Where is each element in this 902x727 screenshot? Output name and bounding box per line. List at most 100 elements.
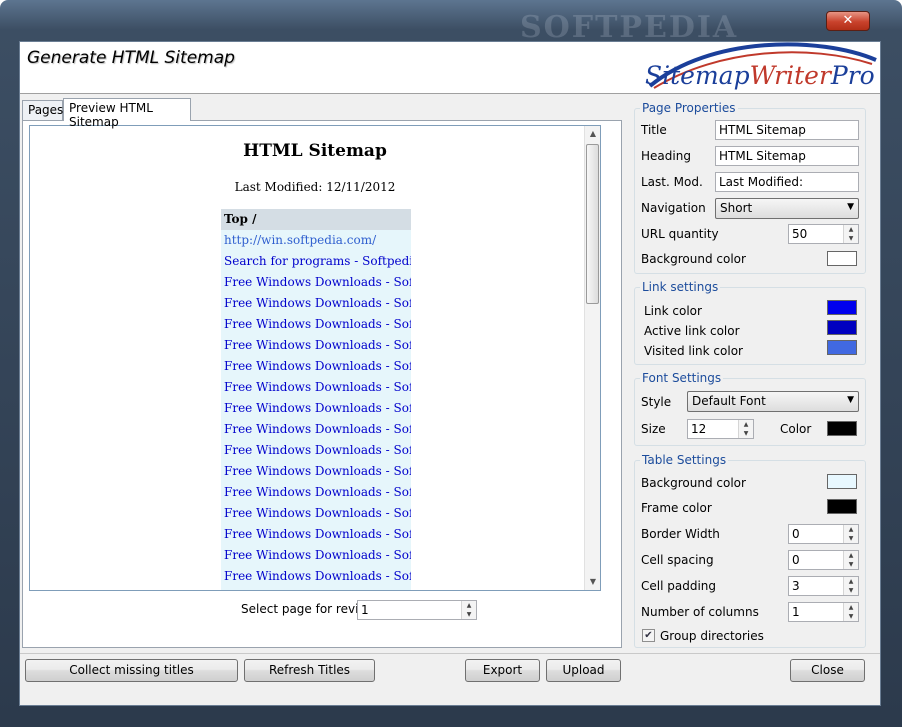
sitemap-link[interactable]: Free Windows Downloads - Softpedia — [221, 503, 411, 524]
sitemap-link[interactable]: Free Windows Downloads - Softpedia — [221, 293, 411, 314]
client-area: Generate HTML Sitemap SitemapWriterPro P… — [19, 41, 881, 706]
close-button[interactable]: Close — [790, 659, 865, 682]
window-close-button[interactable]: ✕ — [826, 11, 870, 31]
table-settings-title: Table Settings — [640, 453, 729, 467]
footer-divider — [20, 653, 880, 654]
watermark: SOFTPEDIA — [520, 10, 739, 45]
chevron-down-icon: ▼ — [847, 395, 854, 405]
table-settings-group: Table Settings Background color Frame co… — [634, 453, 866, 648]
navigation-select[interactable]: Short ▼ — [715, 198, 859, 219]
checkmark-icon: ✔ — [644, 630, 653, 641]
sitemap-link[interactable]: http://win.softpedia.com/ — [221, 230, 411, 251]
sitemap-preview[interactable]: HTML Sitemap Last Modified: 12/11/2012 T… — [29, 125, 601, 591]
tab-pages[interactable]: Pages — [22, 100, 63, 120]
title-field[interactable]: HTML Sitemap — [715, 120, 859, 140]
active-link-swatch[interactable] — [827, 320, 857, 335]
url-quantity-spinner[interactable]: 50 ▲ ▼ — [788, 224, 859, 244]
cell-spacing-label: Cell spacing — [641, 553, 714, 567]
sitemap-link[interactable]: Free Windows Downloads - Softpedia — [221, 587, 411, 590]
sitemap-link[interactable]: Free Windows Downloads - Softpedia — [221, 566, 411, 587]
sitemap-link[interactable]: Free Windows Downloads - Softpedia — [221, 419, 411, 440]
lastmod-field[interactable]: Last Modified: — [715, 172, 859, 192]
link-settings-title: Link settings — [640, 280, 721, 294]
cell-spacing-spinner[interactable]: 0 ▲ ▼ — [788, 550, 859, 570]
border-width-spinner[interactable]: 0 ▲ ▼ — [788, 524, 859, 544]
refresh-titles-button[interactable]: Refresh Titles — [244, 659, 375, 682]
font-color-label: Color — [780, 422, 812, 436]
title-bar[interactable]: SOFTPEDIA ✕ — [0, 0, 902, 45]
collect-missing-titles-button[interactable]: Collect missing titles — [25, 659, 238, 682]
style-label: Style — [641, 395, 672, 409]
page-bg-label: Background color — [641, 252, 746, 266]
sitemap-link[interactable]: Free Windows Downloads - Softpedia — [221, 377, 411, 398]
link-settings-group: Link settings Link color Active link col… — [634, 280, 866, 365]
spinner-arrows-icon[interactable]: ▲ ▼ — [843, 225, 858, 243]
font-style-select[interactable]: Default Font ▼ — [687, 391, 859, 412]
chevron-down-icon: ▼ — [847, 202, 854, 212]
sitemap-link[interactable]: Free Windows Downloads - Softpedia — [221, 524, 411, 545]
visited-link-label: Visited link color — [644, 344, 743, 358]
table-bg-label: Background color — [641, 476, 746, 490]
link-color-label: Link color — [644, 304, 702, 318]
export-button[interactable]: Export — [465, 659, 540, 682]
page-bg-swatch[interactable] — [827, 251, 857, 266]
tab-preview[interactable]: Preview HTML Sitemap — [63, 98, 191, 129]
frame-color-swatch[interactable] — [827, 499, 857, 514]
font-settings-group: Font Settings Style Default Font ▼ Size 1… — [634, 371, 866, 446]
cell-padding-spinner[interactable]: 3 ▲ ▼ — [788, 576, 859, 596]
scroll-thumb[interactable] — [586, 144, 599, 304]
page-properties-title: Page Properties — [640, 101, 738, 115]
group-directories-checkbox[interactable]: ✔ — [642, 629, 655, 642]
spinner-arrows-icon[interactable]: ▲ ▼ — [843, 525, 858, 543]
columns-spinner[interactable]: 1 ▲ ▼ — [788, 602, 859, 622]
heading-field[interactable]: HTML Sitemap — [715, 146, 859, 166]
preview-panel: HTML Sitemap Last Modified: 12/11/2012 T… — [22, 120, 622, 648]
upload-button[interactable]: Upload — [546, 659, 621, 682]
sitemap-heading: HTML Sitemap — [243, 141, 387, 161]
columns-label: Number of columns — [641, 605, 759, 619]
spinner-arrows-icon[interactable]: ▲ ▼ — [843, 577, 858, 595]
sitemap-link[interactable]: Free Windows Downloads - Softpedia — [221, 356, 411, 377]
active-link-label: Active link color — [644, 324, 740, 338]
spinner-arrows-icon[interactable]: ▲ ▼ — [843, 551, 858, 569]
size-label: Size — [641, 422, 666, 436]
page-properties-group: Page Properties Title HTML Sitemap Headi… — [634, 101, 866, 274]
navigation-label: Navigation — [641, 201, 706, 215]
sitemap-table: Top / http://win.softpedia.com/Search fo… — [221, 209, 411, 590]
title-label: Title — [641, 123, 667, 137]
border-width-label: Border Width — [641, 527, 720, 541]
sitemap-link[interactable]: Free Windows Downloads - Softpedia — [221, 545, 411, 566]
group-directories-label: Group directories — [660, 629, 764, 643]
sitemap-link[interactable]: Search for programs - Softpedia — [221, 251, 411, 272]
sitemap-link[interactable]: Free Windows Downloads - Softpedia — [221, 398, 411, 419]
sitemap-link[interactable]: Free Windows Downloads - Softpedia — [221, 440, 411, 461]
sitemap-last-modified: Last Modified: 12/11/2012 — [234, 180, 396, 194]
header-banner: Generate HTML Sitemap SitemapWriterPro — [20, 42, 880, 94]
spinner-arrows-icon[interactable]: ▲ ▼ — [843, 603, 858, 621]
select-page-spinner[interactable]: 1 ▲ ▼ — [357, 600, 477, 620]
font-color-swatch[interactable] — [827, 421, 857, 436]
sitemap-link[interactable]: Free Windows Downloads - Softpedia — [221, 314, 411, 335]
cell-padding-label: Cell padding — [641, 579, 717, 593]
url-quantity-label: URL quantity — [641, 227, 719, 241]
table-bg-swatch[interactable] — [827, 474, 857, 489]
sitemap-link[interactable]: Free Windows Downloads - Softpedia — [221, 335, 411, 356]
visited-link-swatch[interactable] — [827, 340, 857, 355]
app-window: SOFTPEDIA ✕ Generate HTML Sitemap Sitema… — [0, 0, 902, 727]
scroll-down-icon[interactable]: ▼ — [585, 574, 600, 590]
spinner-arrows-icon[interactable]: ▲ ▼ — [461, 601, 476, 619]
heading-label: Heading — [641, 149, 691, 163]
preview-scrollbar[interactable]: ▲ ▼ — [584, 126, 600, 590]
link-color-swatch[interactable] — [827, 300, 857, 315]
sitemap-link[interactable]: Free Windows Downloads - Softpedia — [221, 272, 411, 293]
sitemapwriter-logo: SitemapWriterPro — [645, 42, 877, 90]
page-title: Generate HTML Sitemap — [27, 48, 235, 68]
sitemap-link[interactable]: Free Windows Downloads - Softpedia — [221, 461, 411, 482]
select-page-label: Select page for review — [241, 602, 376, 616]
spinner-arrows-icon[interactable]: ▲ ▼ — [738, 420, 753, 438]
font-size-spinner[interactable]: 12 ▲ ▼ — [687, 419, 754, 439]
scroll-up-icon[interactable]: ▲ — [585, 126, 600, 142]
lastmod-label: Last. Mod. — [641, 175, 703, 189]
sitemap-link[interactable]: Free Windows Downloads - Softpedia — [221, 482, 411, 503]
sitemap-table-header: Top / — [221, 209, 411, 230]
